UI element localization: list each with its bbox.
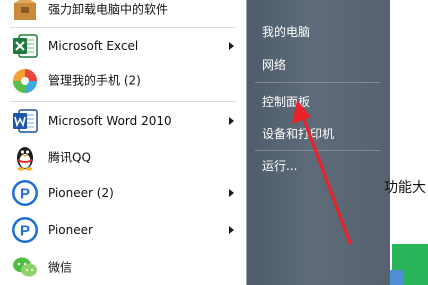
- program-label: Microsoft Word 2010: [48, 114, 172, 128]
- submenu-arrow-icon[interactable]: [229, 117, 234, 125]
- background-document-text: 功能大: [384, 180, 426, 196]
- pioneer-icon: P: [11, 179, 39, 207]
- word-icon: [11, 107, 39, 135]
- menu-item-network[interactable]: 网络: [250, 52, 384, 78]
- program-label: 微信: [48, 260, 73, 275]
- svg-text:P: P: [20, 223, 30, 240]
- program-item-word[interactable]: Microsoft Word 2010: [0, 103, 246, 139]
- program-label: 管理我的手机 (2): [48, 73, 141, 88]
- start-menu-right-pane: 我的电脑 网络 控制面板 设备和打印机 运行...: [247, 0, 390, 285]
- program-item-wechat[interactable]: 微信: [0, 249, 246, 285]
- submenu-arrow-icon[interactable]: [229, 42, 234, 50]
- menu-item-devices-and-printers[interactable]: 设备和打印机: [250, 121, 384, 147]
- program-item-pioneer-2[interactable]: P Pioneer (2): [0, 175, 246, 211]
- divider: [255, 150, 381, 151]
- background-blue-block: [390, 270, 404, 285]
- phone-manager-icon: [11, 66, 39, 94]
- submenu-arrow-icon[interactable]: [229, 226, 234, 234]
- menu-item-run[interactable]: 运行...: [250, 153, 384, 179]
- menu-item-control-panel[interactable]: 控制面板: [250, 89, 384, 115]
- background-document: [390, 0, 428, 285]
- pioneer-icon: P: [11, 216, 39, 244]
- menu-item-my-computer[interactable]: 我的电脑: [250, 19, 384, 45]
- program-label: 强力卸载电脑中的软件: [48, 2, 169, 17]
- qq-penguin-icon: [11, 143, 39, 171]
- program-label: Microsoft Excel: [48, 39, 139, 53]
- program-label: 腾讯QQ: [48, 150, 91, 165]
- svg-text:P: P: [20, 186, 30, 203]
- program-label: Pioneer: [48, 223, 93, 237]
- submenu-arrow-icon[interactable]: [229, 189, 234, 197]
- program-item-qq[interactable]: 腾讯QQ: [0, 139, 246, 175]
- divider: [10, 101, 236, 102]
- program-item-uninstaller[interactable]: 强力卸载电脑中的软件: [0, 0, 246, 27]
- excel-icon: [11, 32, 39, 60]
- program-item-excel[interactable]: Microsoft Excel: [0, 28, 246, 64]
- program-label: Pioneer (2): [48, 186, 114, 200]
- program-item-phone-manager[interactable]: 管理我的手机 (2): [0, 62, 246, 98]
- divider: [255, 82, 381, 83]
- wechat-icon: [11, 253, 39, 281]
- uninstaller-box-icon: [11, 0, 39, 23]
- start-menu-program-list: 强力卸载电脑中的软件 Microsoft Excel 管理我的手机 (2) Mi…: [0, 0, 247, 285]
- program-item-pioneer[interactable]: P Pioneer: [0, 212, 246, 248]
